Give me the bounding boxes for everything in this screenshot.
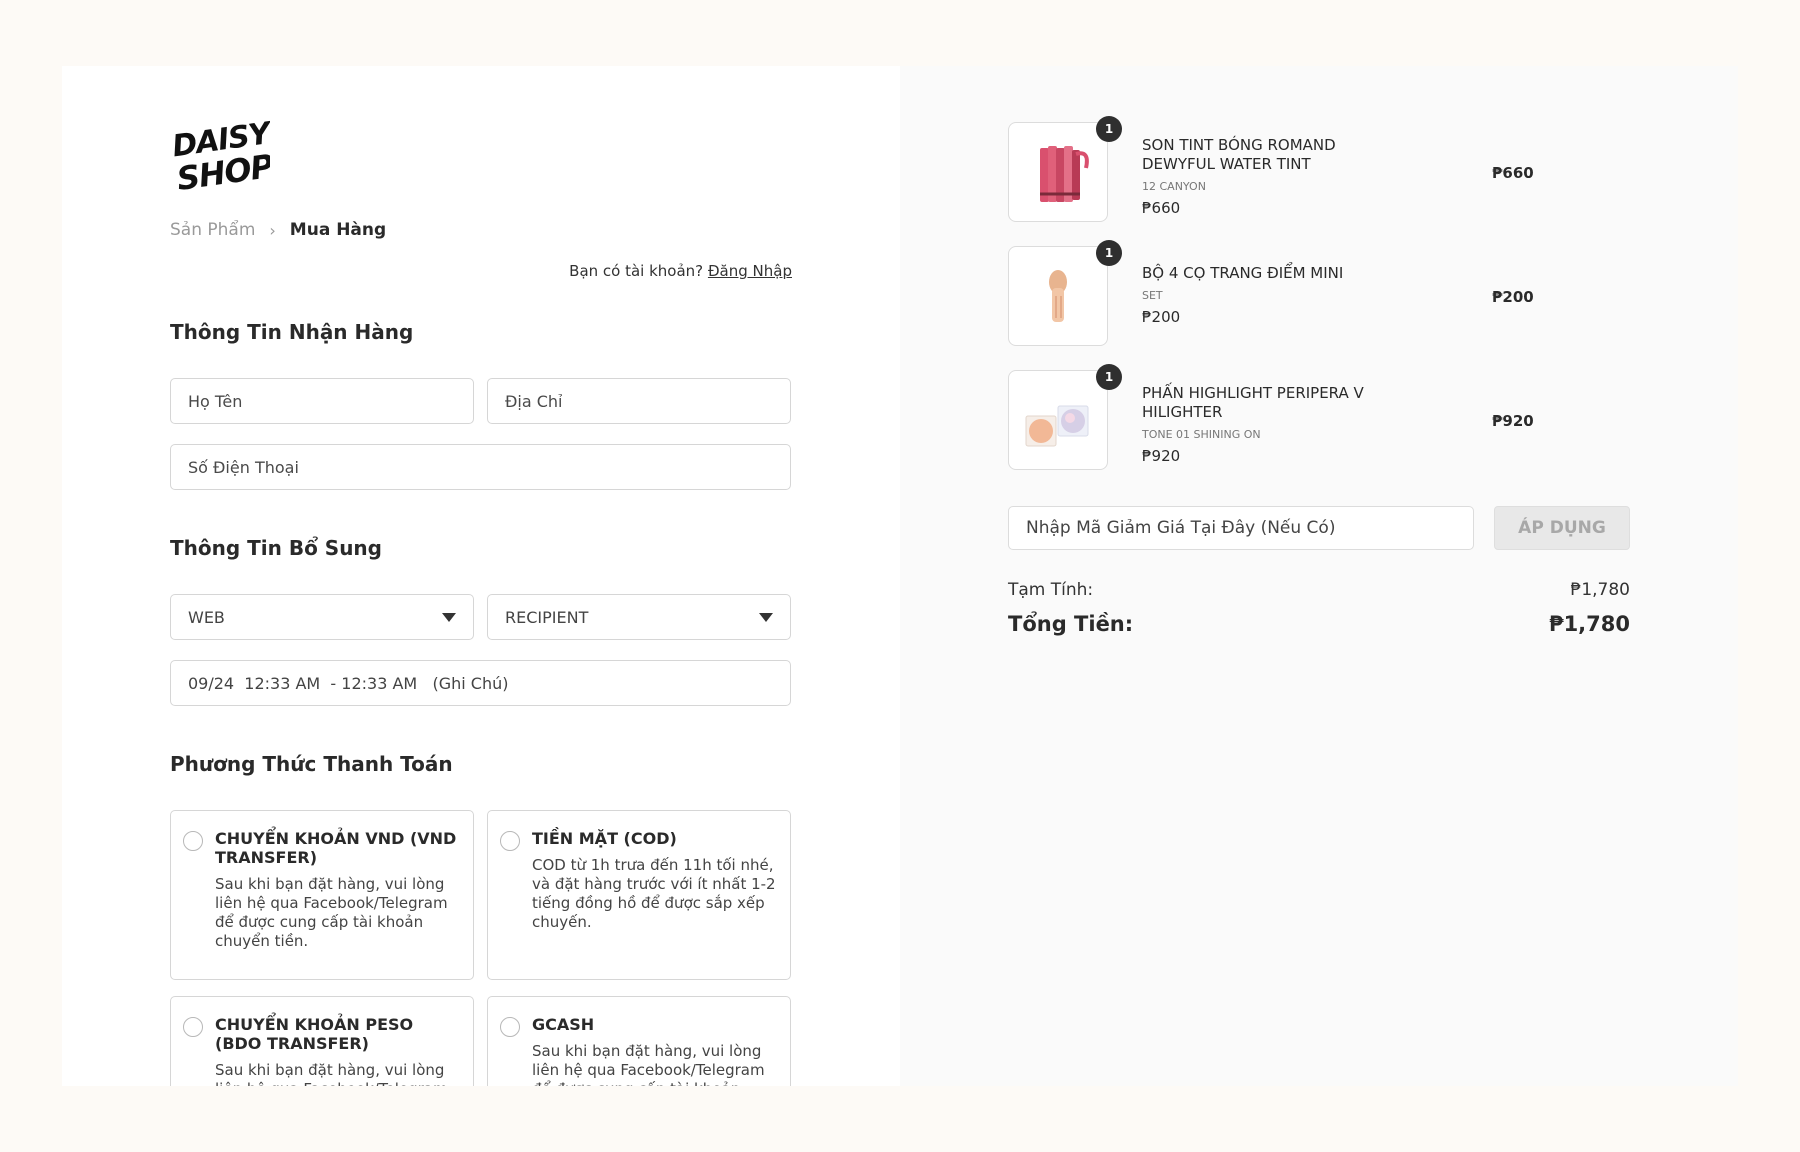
address-placeholder: Địa Chỉ (505, 391, 563, 411)
source-select[interactable]: WEB (170, 594, 474, 640)
quantity-badge: 1 (1096, 116, 1122, 142)
item-line-total: ₱660 (1492, 164, 1534, 182)
item-line-total: ₱920 (1492, 412, 1534, 430)
payment-option-title: TIỀN MẶT (COD) (532, 829, 677, 848)
payment-option-title: CHUYỂN KHOẢN VND (VND TRANSFER) (215, 829, 457, 867)
item-name: SON TINT BÓNG ROMAND DEWYFUL WATER TINT (1142, 136, 1336, 173)
caret-down-icon (442, 612, 456, 622)
source-select-value: WEB (188, 607, 225, 627)
radio-button[interactable] (500, 1017, 520, 1037)
payment-option-vnd-transfer[interactable]: CHUYỂN KHOẢN VND (VND TRANSFER) Sau khi … (170, 810, 474, 980)
apply-coupon-button[interactable]: ÁP DỤNG (1494, 506, 1630, 550)
highlighter-image (1025, 405, 1089, 447)
payment-option-title: CHUYỂN KHOẢN PESO (BDO TRANSFER) (215, 1015, 414, 1053)
full-name-placeholder: Họ Tên (188, 391, 243, 411)
payment-option-title: GCASH (532, 1015, 595, 1034)
coupon-placeholder: Nhập Mã Giảm Giá Tại Đây (Nếu Có) (1026, 518, 1336, 538)
item-info: PHẤN HIGHLIGHT PERIPERA V HILIGHTER TONE… (1142, 384, 1382, 465)
item-name: PHẤN HIGHLIGHT PERIPERA V HILIGHTER (1142, 384, 1364, 421)
login-link[interactable]: Đăng Nhập (708, 262, 792, 280)
cart-item: 1 PHẤN HIGHLIGHT PERIPERA V HILIGHTER TO… (1008, 364, 1548, 470)
total-label: Tổng Tiền: (1008, 612, 1134, 636)
account-prompt: Bạn có tài khoản? Đăng Nhập (569, 262, 792, 280)
shipping-info-title: Thông Tin Nhận Hàng (170, 320, 414, 344)
order-summary-panel: 1 SON TINT BÓNG ROMAND DEWYFUL WATER TIN… (900, 66, 1738, 1086)
cart-item: 1 SON TINT BÓNG ROMAND DEWYFUL WATER TIN… (1008, 116, 1548, 222)
radio-button[interactable] (183, 1017, 203, 1037)
extra-info-title: Thông Tin Bổ Sung (170, 536, 382, 560)
lip-tint-image (1040, 146, 1089, 202)
chevron-right-icon: › (269, 220, 276, 240)
recipient-select-value: RECIPIENT (505, 607, 589, 627)
item-line-total: ₱200 (1492, 288, 1534, 306)
product-image-lip-tint (1008, 122, 1108, 222)
delivery-time-note-field[interactable]: 09/24 12:33 AM - 12:33 AM (Ghi Chú) (170, 660, 791, 706)
delivery-time-note-value: 09/24 12:33 AM - 12:33 AM (Ghi Chú) (188, 673, 509, 693)
item-info: SON TINT BÓNG ROMAND DEWYFUL WATER TINT … (1142, 136, 1382, 217)
radio-button[interactable] (500, 831, 520, 851)
phone-placeholder: Số Điện Thoại (188, 457, 299, 477)
item-variant: SET (1142, 289, 1163, 302)
payment-option-bdo-transfer[interactable]: CHUYỂN KHOẢN PESO (BDO TRANSFER) Sau khi… (170, 996, 474, 1086)
caret-down-icon (759, 612, 773, 622)
breadcrumb-checkout: Mua Hàng (289, 220, 387, 240)
total-value: ₱1,780 (1548, 612, 1630, 636)
item-unit-price: ₱920 (1142, 447, 1181, 465)
full-name-field[interactable]: Họ Tên (170, 378, 474, 424)
breadcrumb: Sản Phẩm › Mua Hàng (170, 220, 386, 240)
payment-option-description: Sau khi bạn đặt hàng, vui lòng liên hệ q… (215, 875, 448, 950)
product-image-brush-set (1008, 246, 1108, 346)
item-name: BỘ 4 CỌ TRANG ĐIỂM MINI (1142, 264, 1344, 282)
subtotal-row: Tạm Tính: ₱1,780 (1008, 580, 1630, 600)
payment-option-gcash[interactable]: GCASH Sau khi bạn đặt hàng, vui lòng liê… (487, 996, 791, 1086)
payment-option-cod[interactable]: TIỀN MẶT (COD) COD từ 1h trưa đến 11h tố… (487, 810, 791, 980)
checkout-form-panel: DAISY SHOP Sản Phẩm › Mua Hàng Bạn có tà… (62, 66, 900, 1086)
radio-button[interactable] (183, 831, 203, 851)
account-question: Bạn có tài khoản? (569, 262, 704, 280)
coupon-input[interactable]: Nhập Mã Giảm Giá Tại Đây (Nếu Có) (1008, 506, 1474, 550)
address-field[interactable]: Địa Chỉ (487, 378, 791, 424)
item-variant: 12 CANYON (1142, 180, 1206, 193)
payment-option-description: Sau khi bạn đặt hàng, vui lòng liên hệ q… (532, 1042, 765, 1086)
item-variant: TONE 01 SHINING ON (1142, 428, 1261, 441)
brush-set-image (1049, 270, 1067, 322)
daisy-shop-logo[interactable]: DAISY SHOP (170, 114, 270, 194)
item-info: BỘ 4 CỌ TRANG ĐIỂM MINI SET ₱200 (1142, 264, 1382, 326)
item-unit-price: ₱200 (1142, 308, 1181, 326)
total-row: Tổng Tiền: ₱1,780 (1008, 612, 1630, 636)
payment-option-description: COD từ 1h trưa đến 11h tối nhé, và đặt h… (532, 856, 776, 931)
quantity-badge: 1 (1096, 240, 1122, 266)
cart-item: 1 BỘ 4 CỌ TRANG ĐIỂM MINI SET ₱200 ₱200 (1008, 240, 1548, 346)
payment-option-description: Sau khi bạn đặt hàng, vui lòng liên hệ q… (215, 1061, 448, 1086)
subtotal-value: ₱1,780 (1570, 580, 1630, 600)
payment-method-title: Phương Thức Thanh Toán (170, 752, 453, 776)
product-image-highlighter (1008, 370, 1108, 470)
recipient-select[interactable]: RECIPIENT (487, 594, 791, 640)
phone-field[interactable]: Số Điện Thoại (170, 444, 791, 490)
subtotal-label: Tạm Tính: (1008, 580, 1094, 600)
quantity-badge: 1 (1096, 364, 1122, 390)
item-unit-price: ₱660 (1142, 199, 1181, 217)
breadcrumb-products[interactable]: Sản Phẩm (170, 220, 255, 240)
